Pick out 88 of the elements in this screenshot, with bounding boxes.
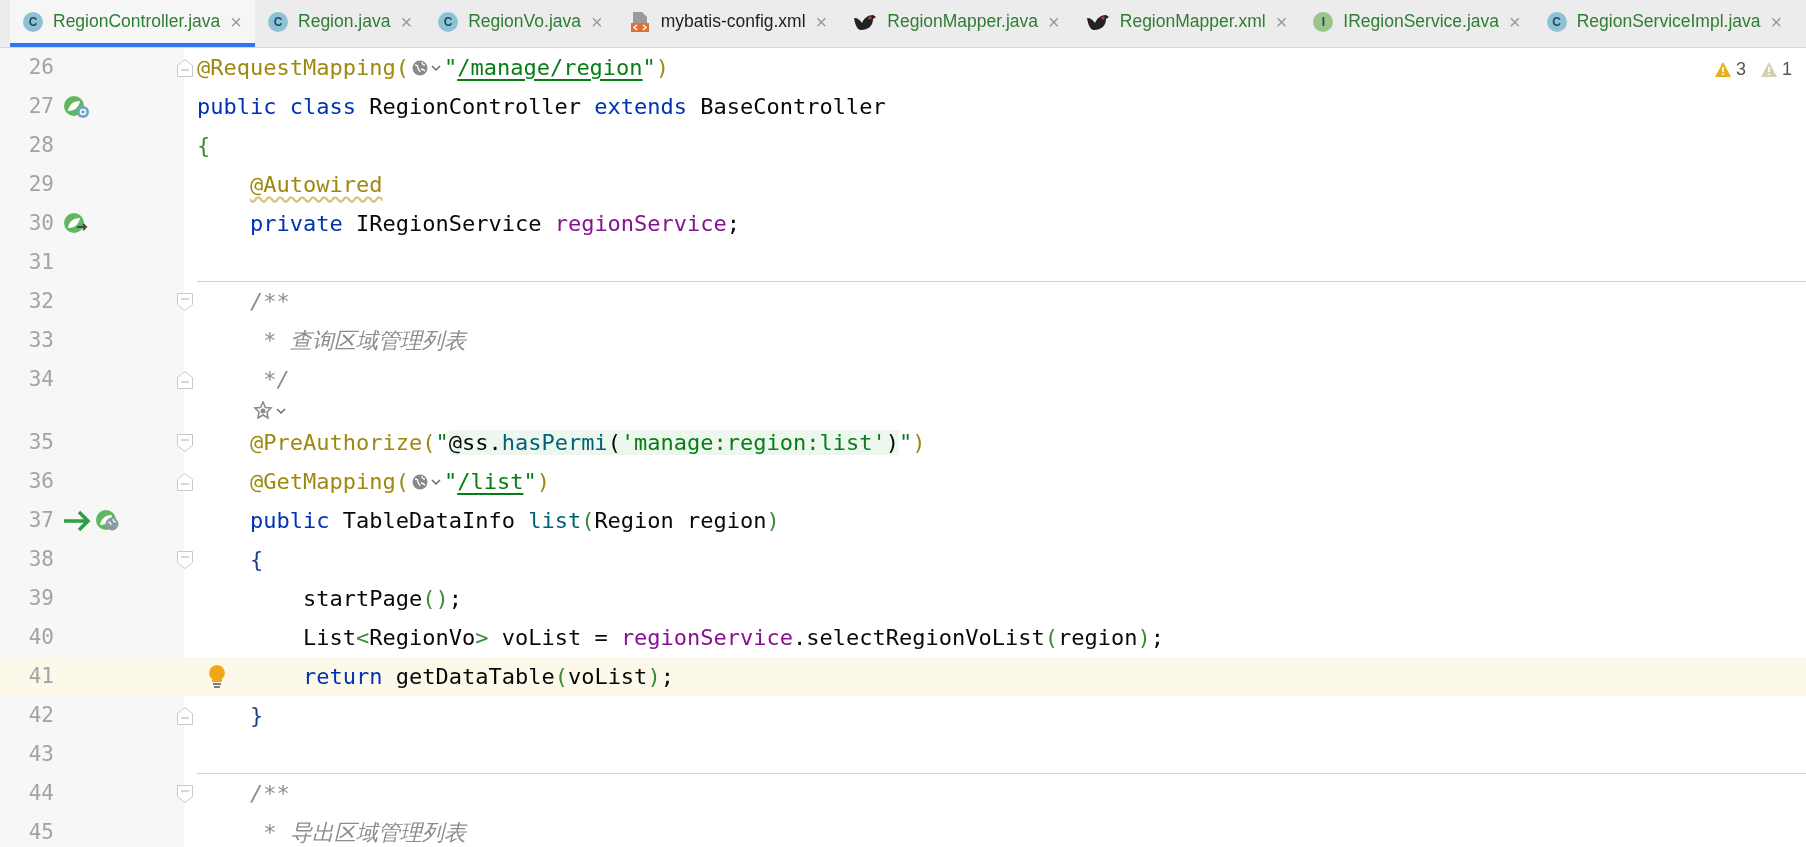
class-icon: C [438,11,459,32]
inlay-hint-icon[interactable] [253,401,287,421]
code-line: * 查询区域管理列表 [263,327,466,355]
tab-label: IRegionService.java [1343,10,1499,34]
fold-marker-icon[interactable] [175,549,194,570]
code-line: @RequestMapping( [197,54,409,82]
fold-marker-icon[interactable] [175,432,194,453]
editor-tab[interactable]: RegionMapper.xml × [1072,0,1301,47]
bean-icon[interactable] [62,93,90,120]
code-line: */ [263,366,290,394]
code-line: "/list") [443,468,550,496]
code-line: startPage(); [302,585,462,613]
code-line: { [197,132,211,160]
close-button[interactable]: × [1770,6,1783,37]
fold-marker-icon[interactable] [175,783,194,804]
code-line: List<RegionVo> voList = regionService.selectRegionVoList(region); [302,624,1164,652]
fold-marker-icon[interactable] [175,291,194,312]
code-line: @GetMapping( [250,468,409,496]
line-number: 34 [27,365,54,393]
tab-label: RegionMapper.java [887,10,1039,34]
close-button[interactable]: × [1509,6,1521,37]
code-line: @PreAuthorize("@ss.hasPermi('manage:region:list')") [250,429,926,457]
xml-file-icon [628,10,651,33]
tab-label: RegionController.java [53,10,221,34]
line-number: 41 [27,662,54,690]
line-number: 31 [27,248,54,276]
close-button[interactable]: × [591,6,603,37]
tab-label: RegionVo.java [468,10,581,34]
code-line: public TableDataInfo list(Region region) [250,507,780,535]
line-number: 45 [27,818,54,846]
code-line: { [250,546,264,574]
code-line: @Autowired [250,171,383,199]
close-button[interactable]: × [400,6,413,37]
line-number: 44 [27,779,54,807]
code-line: private IRegionService regionService; [250,210,741,238]
line-number: 40 [27,623,54,651]
line-number: 36 [27,467,54,495]
line-number: 32 [27,287,54,315]
line-number: 27 [27,92,54,120]
warning-icon[interactable] [1713,61,1732,78]
close-button[interactable]: × [230,6,242,37]
line-number: 37 [27,506,54,534]
code-line: return getDataTable(voList); [302,663,674,691]
fold-marker-icon[interactable] [175,369,194,390]
line-number: 38 [27,545,54,573]
warning-count[interactable]: 1 [1782,56,1792,83]
line-number: 43 [27,740,54,768]
class-icon: C [268,11,288,32]
line-number: 28 [27,131,54,159]
editor-tab[interactable]: mybatis-config.xml × [615,0,841,47]
line-number: 26 [27,53,54,81]
editor-tab[interactable]: C Region.java × [255,0,426,47]
editor-tab[interactable]: C RegionServiceImpl.java × [1533,0,1796,47]
tab-label: Region.java [298,10,391,34]
code-line: * 导出区域管理列表 [263,819,466,847]
fold-marker-icon[interactable] [175,471,194,492]
line-number: 33 [27,326,54,354]
code-line: public class RegionController extends BaseController [197,93,886,121]
fold-marker-icon[interactable] [175,57,194,78]
globe-dropdown-icon[interactable] [410,472,442,491]
warning-count[interactable]: 3 [1735,56,1746,83]
tab-label: mybatis-config.xml [660,10,806,34]
lightbulb-icon[interactable] [207,664,227,688]
arrow-icon[interactable] [62,508,92,533]
tab-label: RegionServiceImpl.java [1576,10,1761,34]
interface-icon: I [1313,11,1334,32]
editor-tab[interactable]: RegionMapper.java × [840,0,1073,47]
tab-label: RegionMapper.xml [1119,10,1266,34]
code-line: /** [250,288,290,316]
line-number: 29 [27,170,54,198]
line-number: 35 [27,428,54,456]
editor-tab[interactable]: I IRegionService.java × [1300,0,1534,47]
globe-dropdown-icon[interactable] [410,58,442,77]
fold-marker-icon[interactable] [175,705,194,726]
close-button[interactable]: × [1048,6,1060,37]
editor-tab[interactable]: C RegionController.java × [10,0,255,47]
weak-warning-icon[interactable] [1760,61,1778,78]
close-button[interactable]: × [815,6,828,37]
class-icon: C [23,11,43,32]
line-number: 30 [27,209,54,237]
code-line: "/manage/region") [443,54,670,82]
line-number: 42 [27,701,54,729]
code-line: } [250,702,264,730]
class-icon: C [1546,11,1567,32]
code-line: /** [250,780,290,808]
line-number: 39 [27,584,54,612]
editor-tab[interactable]: C RegionVo.java × [425,0,616,47]
close-button[interactable]: × [1275,6,1288,37]
